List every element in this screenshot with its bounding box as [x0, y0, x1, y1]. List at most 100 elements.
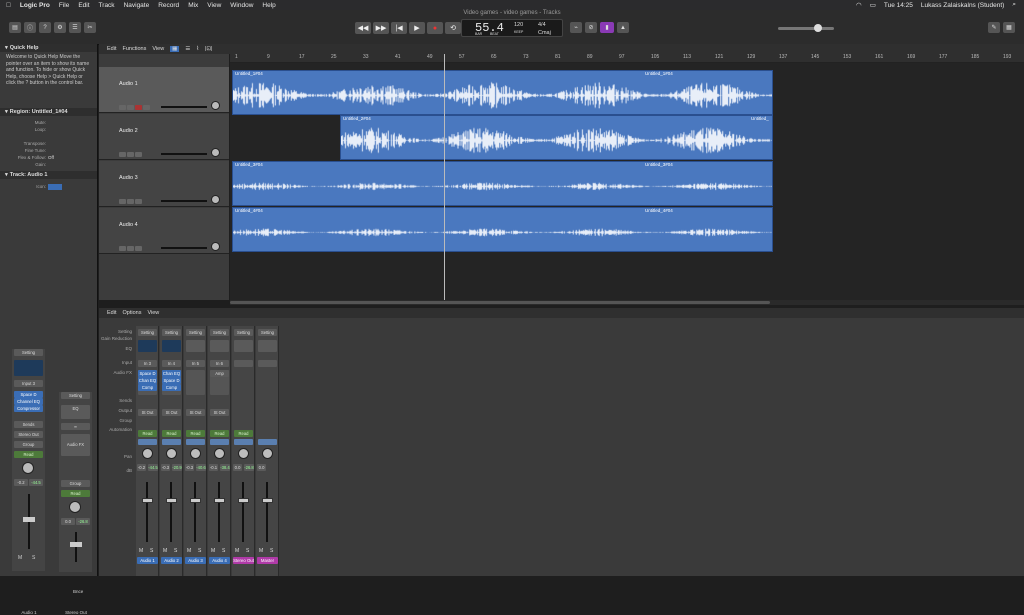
automation-slot[interactable]: Read	[162, 430, 181, 437]
solo-button[interactable]: ⊘	[585, 22, 597, 33]
mute-button[interactable]	[119, 199, 126, 204]
menu-navigate[interactable]: Navigate	[124, 2, 150, 9]
param-row[interactable]: Fine Tune:	[0, 147, 97, 154]
fx-slot[interactable]: Channel EQ	[14, 398, 43, 405]
audio-fx-area[interactable]	[186, 370, 205, 395]
icon-row[interactable]: Icon:	[0, 183, 97, 190]
link-icon[interactable]	[162, 439, 181, 445]
rewind-button[interactable]: ◀◀	[355, 22, 371, 34]
fx-slot[interactable]: Chan EQ	[162, 370, 181, 377]
region-audio-1[interactable]: Untitled_1#04 Untitled_1#04	[232, 70, 773, 115]
eq-thumbnail[interactable]	[162, 340, 181, 352]
pan-knob[interactable]	[238, 448, 249, 459]
menu-app[interactable]: Logic Pro	[20, 2, 50, 9]
headphones-icon[interactable]	[127, 246, 134, 251]
browser-button[interactable]: ▦	[1003, 22, 1015, 33]
track-pan-knob[interactable]	[211, 195, 220, 204]
volume-fader[interactable]	[142, 498, 153, 503]
record-enable-button[interactable]	[135, 105, 142, 110]
param-row[interactable]: Transpose:	[0, 140, 97, 147]
region-audio-3[interactable]: Untitled_3#04 Untitled_3#04	[232, 161, 773, 206]
solo-button[interactable]: S	[174, 548, 177, 554]
audio-fx-slot[interactable]: Audio FX	[61, 434, 90, 456]
list-view-icon[interactable]: ☰	[185, 46, 190, 52]
solo-button[interactable]: S	[246, 548, 249, 554]
region-audio-4[interactable]: Untitled_4#04 Untitled_4#04	[232, 207, 773, 252]
bar-ruler[interactable]: 1 9 17 25 33 41 49 57 65 73 81 89 97 105 113 121 129 137 1…	[230, 54, 1024, 63]
pan-knob[interactable]	[22, 462, 34, 474]
wifi-icon[interactable]: ◠	[856, 1, 862, 9]
automation-slot[interactable]: Read	[234, 430, 253, 437]
horizontal-scrollbar[interactable]	[230, 300, 1024, 305]
track-volume-slider[interactable]	[161, 200, 207, 202]
menu-clock[interactable]: Tue 14:25	[884, 2, 913, 9]
volume-fader[interactable]	[23, 517, 35, 522]
link-icon[interactable]	[138, 439, 157, 445]
volume-fader[interactable]	[214, 498, 225, 503]
fx-slot[interactable]: Chan EQ	[138, 377, 157, 384]
track-volume-slider[interactable]	[161, 106, 207, 108]
setting-button[interactable]: Setting	[234, 329, 253, 336]
link-icon[interactable]	[234, 439, 253, 445]
solo-button[interactable]: S	[32, 555, 35, 561]
param-row[interactable]: Mute:	[0, 119, 97, 126]
battery-icon[interactable]: ▭	[870, 1, 876, 9]
strip-name[interactable]: Audio 3	[185, 557, 206, 564]
menu-mix[interactable]: Mix	[188, 2, 198, 9]
fx-slot[interactable]: Comp	[162, 384, 181, 391]
pan-knob[interactable]	[142, 448, 153, 459]
input-monitor-button[interactable]	[143, 105, 150, 110]
track-pan-knob[interactable]	[211, 148, 220, 157]
eq-slot[interactable]	[258, 340, 277, 352]
region-audio-2[interactable]: Untitled_2#04 Untitled_	[340, 115, 773, 160]
mute-button[interactable]: M	[211, 548, 215, 554]
fx-slot[interactable]: Amp	[210, 370, 229, 377]
menu-file[interactable]: File	[59, 2, 69, 9]
track-header-audio-4[interactable]: Audio 4	[99, 208, 229, 254]
input-slot[interactable]: In 3	[138, 360, 157, 367]
catch-icon[interactable]: |⊡|	[205, 46, 212, 52]
forward-button[interactable]: ▶▶	[373, 22, 389, 34]
mute-button[interactable]: M	[18, 555, 22, 561]
flex-icon[interactable]: ⌇	[196, 46, 199, 52]
mute-button[interactable]: M	[187, 548, 191, 554]
menu-track[interactable]: Track	[99, 2, 115, 9]
fx-slot[interactable]: Comp	[138, 384, 157, 391]
input-slot[interactable]	[234, 360, 253, 367]
tuner-button[interactable]: ⌁	[570, 22, 582, 33]
mixer-button[interactable]: ☰	[69, 22, 81, 33]
output-slot[interactable]: Stereo Out	[14, 431, 43, 438]
setting-button[interactable]: Setting	[210, 329, 229, 336]
volume-fader[interactable]	[262, 498, 273, 503]
mute-button[interactable]	[119, 246, 126, 251]
link-icon[interactable]: ∞	[61, 423, 90, 430]
fx-slot[interactable]: Compressor	[14, 405, 43, 412]
arrange-area[interactable]: Untitled_1#04 Untitled_1#04 Untitled_2#0…	[230, 63, 1024, 300]
cycle-button[interactable]: ⟲	[445, 22, 461, 34]
playhead[interactable]	[444, 54, 445, 300]
tracks-edit-menu[interactable]: Edit	[107, 46, 116, 52]
eq-slot[interactable]	[186, 340, 205, 352]
param-row[interactable]: Loop:	[0, 126, 97, 133]
pan-knob[interactable]	[166, 448, 177, 459]
mixer-edit-menu[interactable]: Edit	[107, 310, 116, 316]
eq-slot[interactable]	[234, 340, 253, 352]
setting-button[interactable]: Setting	[61, 392, 90, 399]
setting-button[interactable]: Setting	[186, 329, 205, 336]
setting-button[interactable]: Setting	[14, 349, 43, 356]
track-name[interactable]: Audio 2	[119, 128, 138, 134]
group-slot[interactable]: Group	[14, 441, 43, 448]
fx-slot[interactable]: Space D	[162, 377, 181, 384]
headphones-icon[interactable]	[127, 199, 134, 204]
link-icon[interactable]	[210, 439, 229, 445]
strip-name[interactable]: Audio 2	[161, 557, 182, 564]
automation-slot[interactable]: Read	[186, 430, 205, 437]
param-row[interactable]: Gain:	[0, 161, 97, 168]
bounce-button[interactable]: Bnce	[73, 589, 83, 594]
menu-edit[interactable]: Edit	[78, 2, 89, 9]
count-in-button[interactable]: ▮	[600, 22, 614, 33]
go-to-start-button[interactable]: |◀	[391, 22, 407, 34]
pan-knob[interactable]	[190, 448, 201, 459]
track-name[interactable]: Audio 4	[119, 222, 138, 228]
record-enable-button[interactable]	[135, 199, 142, 204]
